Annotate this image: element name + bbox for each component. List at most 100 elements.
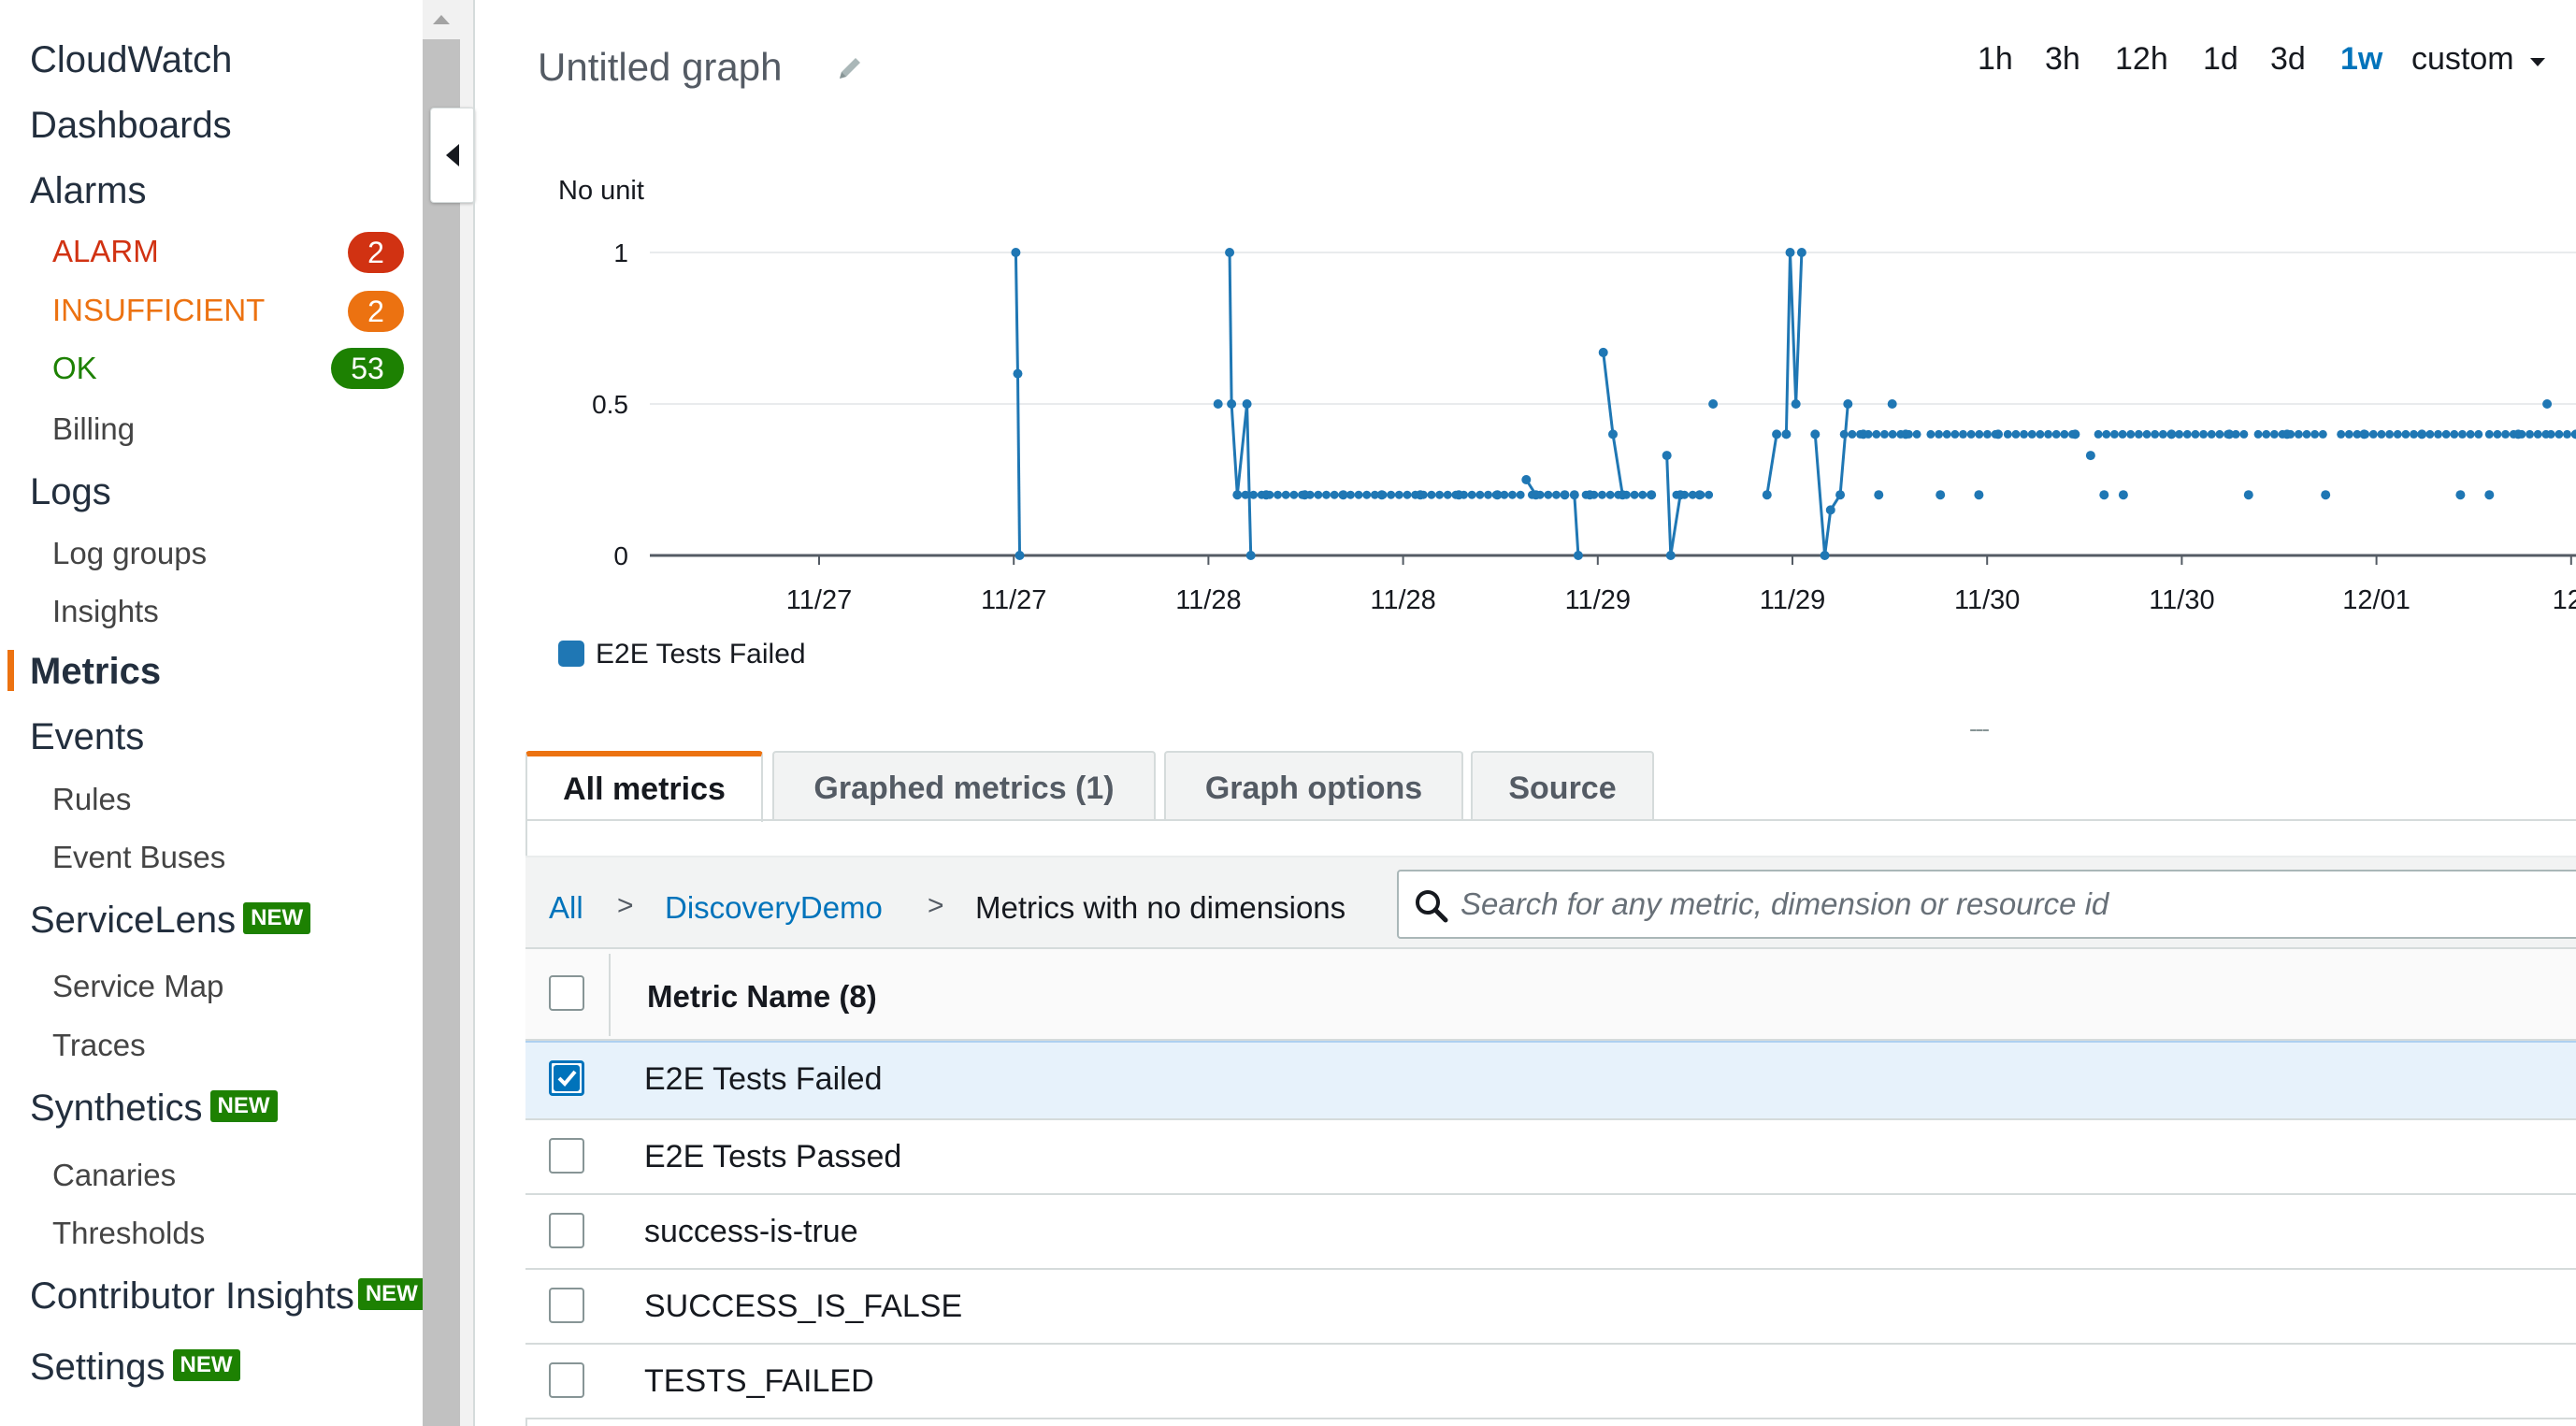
breadcrumb-separator: >: [617, 890, 634, 921]
data-point: [2410, 429, 2419, 439]
tab-graphed-metrics[interactable]: Graphed metrics (1): [772, 751, 1156, 820]
nav-thresholds[interactable]: Thresholds: [52, 1216, 205, 1251]
data-point: [1848, 429, 1857, 439]
row-checkbox-checked[interactable]: [549, 1060, 584, 1096]
data-point: [2282, 429, 2292, 439]
data-point: [2484, 490, 2495, 500]
data-point: [1936, 490, 1946, 500]
breadcrumb-all-link[interactable]: All: [549, 890, 583, 926]
data-point: [1705, 490, 1714, 499]
nav-event-buses[interactable]: Event Buses: [52, 840, 225, 875]
search-icon: [1416, 890, 1448, 923]
breadcrumb-namespace-link[interactable]: DiscoveryDemo: [665, 890, 883, 926]
row-checkbox[interactable]: [549, 1213, 584, 1248]
data-point: [1598, 347, 1608, 357]
nav-contributor-insights-label: Contributor Insights: [30, 1275, 354, 1317]
breadcrumb-separator: >: [928, 890, 944, 921]
data-point: [2450, 429, 2459, 439]
data-point: [1249, 490, 1259, 499]
tab-all-metrics[interactable]: All metrics: [525, 751, 763, 822]
data-point: [1858, 429, 1868, 439]
data-point: [1585, 490, 1595, 500]
new-badge: NEW: [209, 1090, 278, 1123]
tab-source[interactable]: Source: [1471, 751, 1654, 820]
nav-servicelens[interactable]: ServiceLens NEW: [30, 900, 311, 942]
data-point: [1560, 490, 1570, 500]
data-point: [1926, 429, 1936, 439]
search-input[interactable]: [1461, 873, 2564, 935]
tab-graph-options[interactable]: Graph options: [1164, 751, 1463, 820]
metric-name[interactable]: SUCCESS_IS_FALSE: [644, 1289, 962, 1325]
select-all-checkbox[interactable]: [549, 975, 584, 1011]
nav-rules[interactable]: Rules: [52, 782, 131, 817]
nav-canaries[interactable]: Canaries: [52, 1158, 176, 1193]
x-tick-label: 11/27: [981, 585, 1046, 615]
row-checkbox[interactable]: [549, 1138, 584, 1174]
data-point: [2359, 429, 2369, 439]
data-point: [1261, 490, 1272, 500]
data-point: [1467, 490, 1476, 499]
data-point: [2142, 429, 2151, 439]
resize-handle[interactable]: ---: [1969, 714, 1990, 743]
breadcrumb-current: Metrics with no dimensions: [975, 890, 1346, 925]
data-point: [1942, 429, 1951, 439]
data-point: [1597, 490, 1606, 499]
data-point: [2457, 429, 2467, 439]
data-point: [1241, 490, 1250, 499]
metric-name[interactable]: E2E Tests Passed: [644, 1139, 901, 1175]
data-point: [2011, 429, 2021, 439]
series-line-segment: [1245, 403, 1253, 556]
data-point: [1974, 490, 1984, 500]
data-point: [2554, 429, 2564, 439]
data-point: [2417, 429, 2427, 439]
data-point: [2563, 429, 2572, 439]
data-point: [1762, 490, 1772, 500]
data-point: [1662, 451, 1672, 461]
nav-service-map[interactable]: Service Map: [52, 969, 223, 1004]
x-tick-label: 11/28: [1175, 585, 1241, 615]
nav-events[interactable]: Events: [30, 716, 144, 758]
data-point: [2321, 490, 2331, 500]
data-point: [2385, 429, 2395, 439]
row-checkbox[interactable]: [549, 1288, 584, 1323]
data-point: [1289, 490, 1299, 499]
data-point: [1872, 429, 1881, 439]
data-point: [2207, 429, 2216, 439]
nav-traces[interactable]: Traces: [52, 1028, 146, 1063]
row-checkbox[interactable]: [549, 1362, 584, 1398]
data-point: [1321, 490, 1331, 499]
data-point: [1959, 429, 1968, 439]
series-line-segment: [1015, 373, 1022, 556]
data-point: [1443, 490, 1452, 499]
data-point: [1791, 399, 1801, 409]
data-point: [2215, 429, 2224, 439]
data-point: [2099, 490, 2109, 500]
data-point: [2377, 429, 2386, 439]
data-point: [2126, 429, 2136, 439]
metric-name[interactable]: E2E Tests Failed: [644, 1061, 883, 1098]
data-point: [1416, 490, 1425, 500]
new-badge: NEW: [357, 1278, 425, 1311]
data-point: [2118, 429, 2127, 439]
data-point: [1982, 429, 1992, 439]
nav-synthetics[interactable]: Synthetics NEW: [30, 1088, 278, 1130]
y-tick-label: 0: [613, 541, 628, 570]
data-point: [1676, 490, 1686, 500]
column-header-metric-name[interactable]: Metric Name (8): [647, 979, 877, 1015]
data-point: [1376, 490, 1387, 500]
legend-label[interactable]: E2E Tests Failed: [596, 639, 806, 670]
check-icon: [554, 1065, 580, 1091]
data-point: [1531, 490, 1541, 500]
data-point: [1242, 399, 1252, 409]
new-badge: NEW: [172, 1349, 240, 1382]
series-line-segment: [1235, 403, 1249, 496]
data-point: [2571, 429, 2576, 439]
metric-name[interactable]: success-is-true: [644, 1214, 858, 1250]
nav-contributor-insights[interactable]: Contributor Insights NEW: [30, 1275, 425, 1318]
x-tick-label: 11/27: [786, 585, 852, 615]
data-point: [1810, 429, 1820, 439]
data-point: [1573, 551, 1583, 560]
metric-chart: 0 0.5 1 11/27 11/27 11/28 11/28 11/29 11/29 11/3…: [592, 238, 2576, 615]
nav-settings[interactable]: Settings NEW: [30, 1347, 240, 1389]
metric-name[interactable]: TESTS_FAILED: [644, 1363, 874, 1400]
